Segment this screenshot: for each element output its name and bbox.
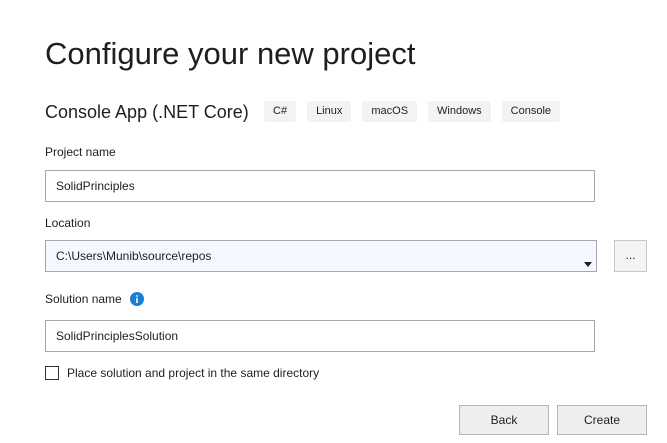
solution-name-label-row: Solution name <box>45 292 144 306</box>
tag-language: C# <box>264 101 297 122</box>
browse-location-button[interactable]: ... <box>614 240 647 272</box>
tag-platform-linux: Linux <box>307 101 352 122</box>
same-directory-label[interactable]: Place solution and project in the same d… <box>67 366 319 380</box>
create-button[interactable]: Create <box>557 405 647 435</box>
location-value: C:\Users\Munib\source\repos <box>56 249 212 263</box>
same-directory-option[interactable]: Place solution and project in the same d… <box>45 366 319 380</box>
solution-name-input[interactable]: SolidPrinciplesSolution <box>45 320 595 352</box>
tag-project-type: Console <box>501 101 561 122</box>
project-name-label: Project name <box>45 145 116 159</box>
back-button[interactable]: Back <box>459 405 549 435</box>
info-icon[interactable] <box>129 292 144 306</box>
location-label: Location <box>45 216 91 230</box>
page-title: Configure your new project <box>45 36 416 71</box>
location-combobox[interactable]: C:\Users\Munib\source\repos <box>45 240 597 272</box>
project-name-input[interactable]: SolidPrinciples <box>45 170 595 202</box>
chevron-down-icon[interactable] <box>584 254 592 272</box>
tag-platform-macos: macOS <box>362 101 418 122</box>
solution-name-label: Solution name <box>45 292 122 306</box>
tag-platform-windows: Windows <box>428 101 491 122</box>
template-tags: C# Linux macOS Windows Console <box>264 101 561 122</box>
configure-project-dialog: Configure your new project Console App (… <box>0 0 667 443</box>
same-directory-checkbox[interactable] <box>45 366 59 380</box>
template-name: Console App (.NET Core) <box>45 102 249 122</box>
